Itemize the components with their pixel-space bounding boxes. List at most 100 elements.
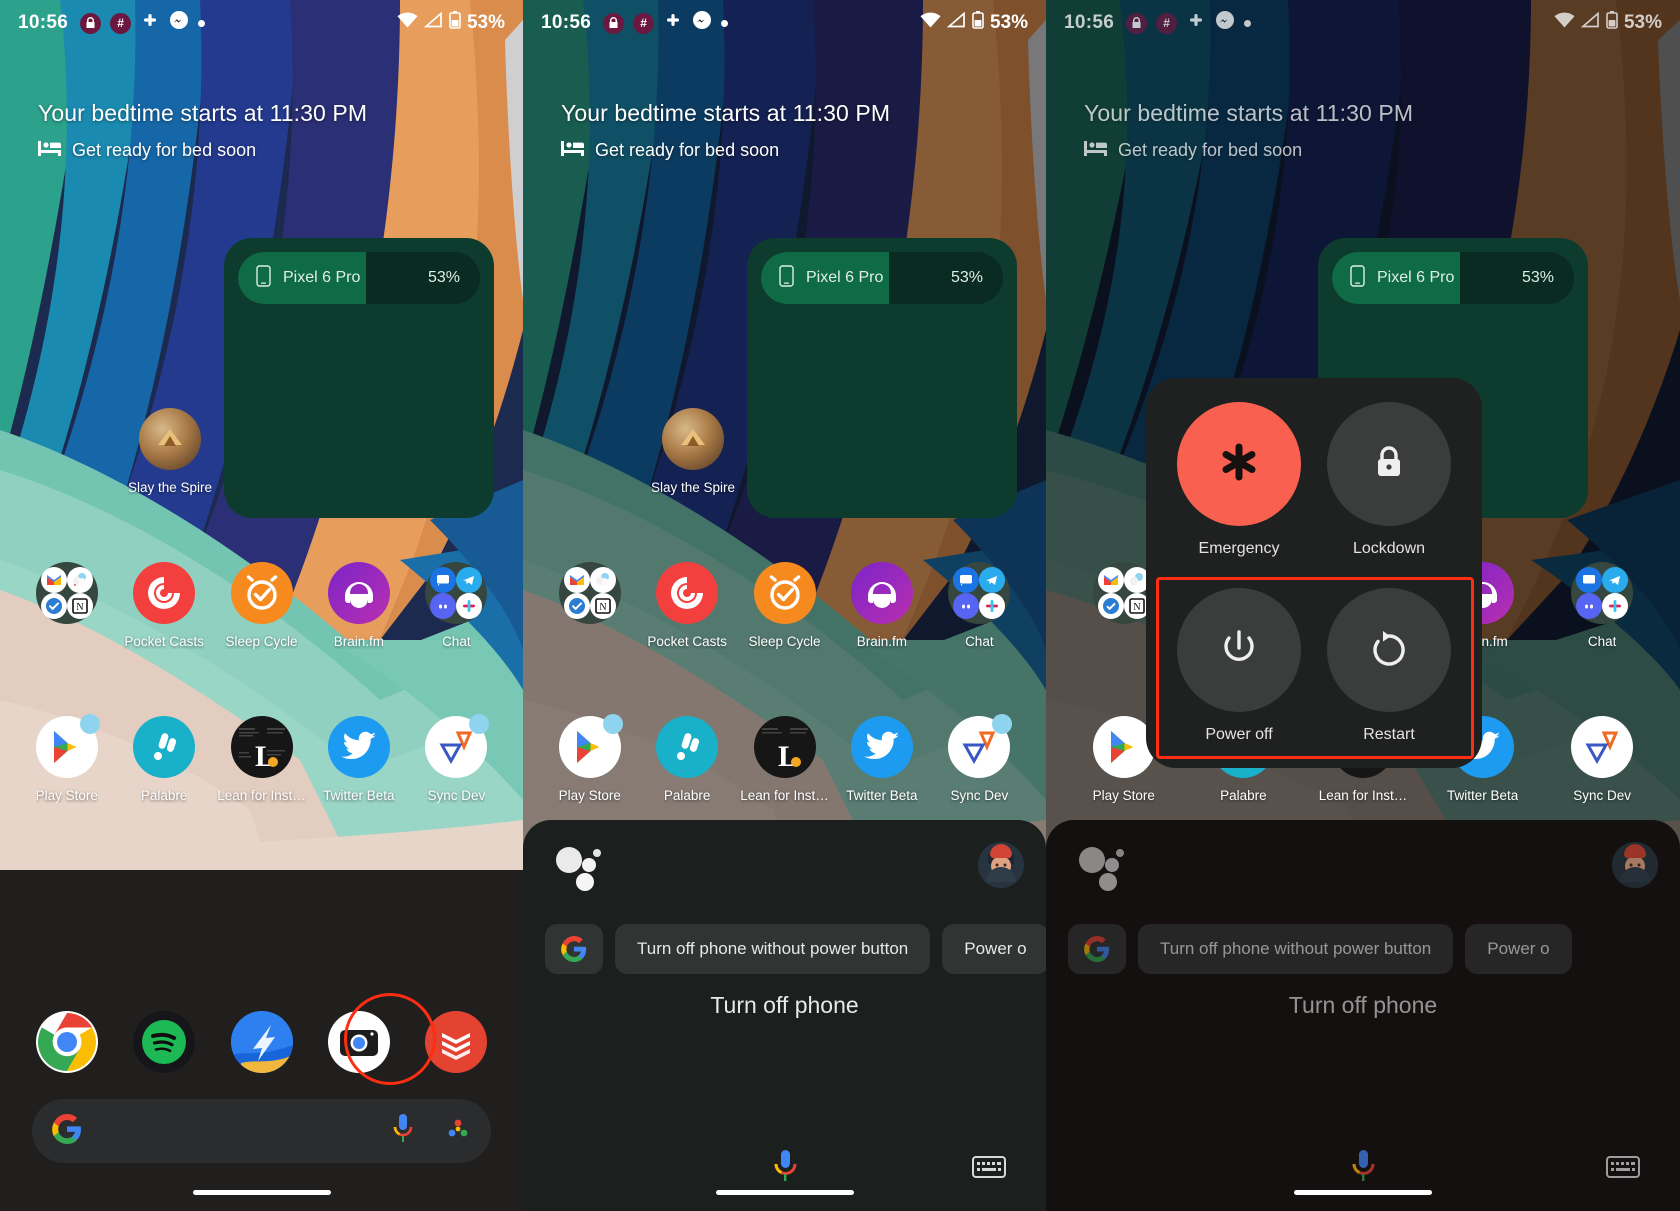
app-label: Pocket Casts: [647, 634, 727, 649]
status-time: 10:56: [18, 12, 69, 33]
mini-icon-gmail: [40, 567, 67, 593]
app-twitter-beta[interactable]: Twitter Beta: [833, 716, 930, 803]
bedtime-notification[interactable]: Your bedtime starts at 11:30 PM Get read…: [1084, 100, 1413, 161]
assistant-suggestion-chips: Turn off phone without power button Powe…: [1068, 924, 1680, 974]
app-pocket-casts[interactable]: Pocket Casts: [115, 562, 212, 649]
app-play-store[interactable]: Play Store: [541, 714, 638, 803]
power-off-button[interactable]: Power off: [1164, 588, 1314, 744]
navigation-pill[interactable]: [192, 1190, 331, 1195]
lock-icon: [1372, 443, 1406, 486]
app-label: Slay the Spire: [651, 480, 736, 495]
dock-row: Beta: [0, 1011, 523, 1083]
assistant-dots-icon: [555, 846, 607, 892]
google-g-icon[interactable]: [1068, 924, 1126, 974]
app-grid-row-2: Play Store Palabre L Lean for Inst… Twit…: [0, 714, 523, 803]
bedtime-notification[interactable]: Your bedtime starts at 11:30 PM Get read…: [38, 100, 367, 161]
app-sync-dev[interactable]: Sync Dev: [408, 714, 505, 803]
app-slay-the-spire[interactable]: Slay the Spire: [128, 408, 212, 495]
google-search-bar[interactable]: [32, 1099, 491, 1163]
app-label: Sync Dev: [1573, 788, 1632, 803]
lock-icon: [80, 12, 102, 34]
battery-widget[interactable]: Pixel 6 Pro 53%: [747, 238, 1017, 518]
user-avatar[interactable]: [1612, 842, 1658, 888]
messenger-icon: [169, 10, 189, 36]
mini-icon-slack: [979, 593, 1006, 619]
app-slay-the-spire[interactable]: Slay the Spire: [651, 408, 735, 495]
messenger-icon: [692, 10, 712, 36]
app-chat-folder[interactable]: Chat: [408, 562, 505, 649]
app-sync-dev[interactable]: Sync Dev: [931, 714, 1028, 803]
status-battery-percent: 53%: [1623, 12, 1662, 33]
google-g-icon[interactable]: [545, 924, 603, 974]
power-icon: [1221, 628, 1257, 673]
app-label: Brain.fm: [856, 634, 908, 649]
bedtime-subtitle: Get ready for bed soon: [595, 139, 780, 160]
mini-icon-messages: [430, 567, 457, 593]
panel-assistant-listening: 10:56 # 53% Your bedtime starts at 11:30…: [523, 0, 1046, 1211]
emergency-button[interactable]: Emergency: [1164, 402, 1314, 558]
dock-camera[interactable]: [310, 1011, 407, 1083]
battery-icon: [449, 11, 461, 35]
navigation-pill[interactable]: [1294, 1190, 1432, 1195]
bedtime-notification[interactable]: Your bedtime starts at 11:30 PM Get read…: [561, 100, 890, 161]
app-sleep-cycle[interactable]: Sleep Cycle: [736, 562, 833, 649]
app-brain-fm[interactable]: Brain.fm: [310, 562, 407, 649]
battery-fill: Pixel 6 Pro: [1332, 252, 1461, 304]
suggestion-chip-1[interactable]: Turn off phone without power button: [615, 924, 931, 974]
panel-home-screen: 10:56 # 53% Your bedtime starts at 11:30…: [0, 0, 523, 1211]
google-lens-icon[interactable]: [445, 1116, 471, 1147]
mini-icon-weather: [66, 567, 93, 593]
status-notification-icons: #: [603, 10, 920, 36]
status-bar: 10:56 # 53%: [1046, 0, 1680, 46]
app-row: N Pocket Casts Sleep Cycle: [523, 562, 1046, 649]
battery-widget[interactable]: Pixel 6 Pro 53%: [224, 238, 494, 518]
app-palabre[interactable]: Palabre: [115, 716, 212, 803]
dock-spark-mail[interactable]: [213, 1011, 310, 1083]
navigation-pill[interactable]: [715, 1190, 854, 1195]
battery-icon: [972, 11, 984, 35]
suggestion-chip-2[interactable]: Power o: [942, 924, 1046, 974]
user-avatar[interactable]: [978, 842, 1024, 888]
app-pocket-casts[interactable]: Pocket Casts: [638, 562, 735, 649]
chat-folder-icon: [948, 562, 1011, 624]
battery-fill: Pixel 6 Pro: [238, 252, 367, 304]
suggestion-chip-2[interactable]: Power o: [1465, 924, 1572, 974]
power-menu: Emergency Lockdown Power off Restart: [1146, 378, 1482, 768]
app-lean-for-instapaper[interactable]: L Lean for Inst…: [736, 716, 833, 803]
app-chat-folder[interactable]: Chat: [931, 562, 1028, 649]
sync-dev-icon: [948, 714, 1013, 778]
microphone-icon[interactable]: [391, 1112, 415, 1151]
power-menu-label: Power off: [1205, 726, 1273, 743]
app-sleep-cycle[interactable]: Sleep Cycle: [213, 562, 310, 649]
three-panel-screenshot: 10:56 # 53% Your bedtime starts at 11:30…: [0, 0, 1680, 1211]
keyboard-icon[interactable]: [972, 1154, 1006, 1185]
keyboard-icon[interactable]: [1606, 1154, 1640, 1185]
app-play-store[interactable]: Play Store: [18, 714, 115, 803]
restart-button[interactable]: Restart: [1314, 588, 1464, 744]
suggestion-chip-1[interactable]: Turn off phone without power button: [1138, 924, 1454, 974]
battery-device-name: Pixel 6 Pro: [806, 269, 884, 286]
microphone-icon[interactable]: [1350, 1148, 1376, 1191]
dock-spotify[interactable]: [115, 1011, 212, 1083]
microphone-icon[interactable]: [772, 1148, 798, 1191]
restart-circle: [1327, 588, 1451, 712]
app-sync-dev[interactable]: Sync Dev: [1542, 716, 1662, 803]
app-chat-folder[interactable]: Chat: [1542, 562, 1662, 649]
dock-chrome-beta[interactable]: Beta: [18, 1011, 115, 1083]
lockdown-button[interactable]: Lockdown: [1314, 402, 1464, 558]
app-lean-for-instapaper[interactable]: L Lean for Inst…: [213, 716, 310, 803]
app-label: Play Store: [558, 788, 621, 803]
dock-todoist[interactable]: [408, 1011, 505, 1083]
app-brain-fm[interactable]: Brain.fm: [833, 562, 930, 649]
bedtime-title: Your bedtime starts at 11:30 PM: [1084, 100, 1414, 126]
bedtime-subtitle-row: Get ready for bed soon: [38, 139, 367, 161]
slack-icon: [663, 10, 683, 36]
mini-icon-telegram: [979, 567, 1006, 593]
app-folder-unlabeled[interactable]: N: [541, 562, 638, 649]
app-label: Twitter Beta: [846, 788, 918, 803]
app-twitter-beta[interactable]: Twitter Beta: [310, 716, 407, 803]
app-palabre[interactable]: Palabre: [638, 716, 735, 803]
app-folder-unlabeled[interactable]: N: [18, 562, 115, 649]
folder-icon: N: [35, 562, 98, 624]
svg-text:N: N: [76, 602, 83, 613]
